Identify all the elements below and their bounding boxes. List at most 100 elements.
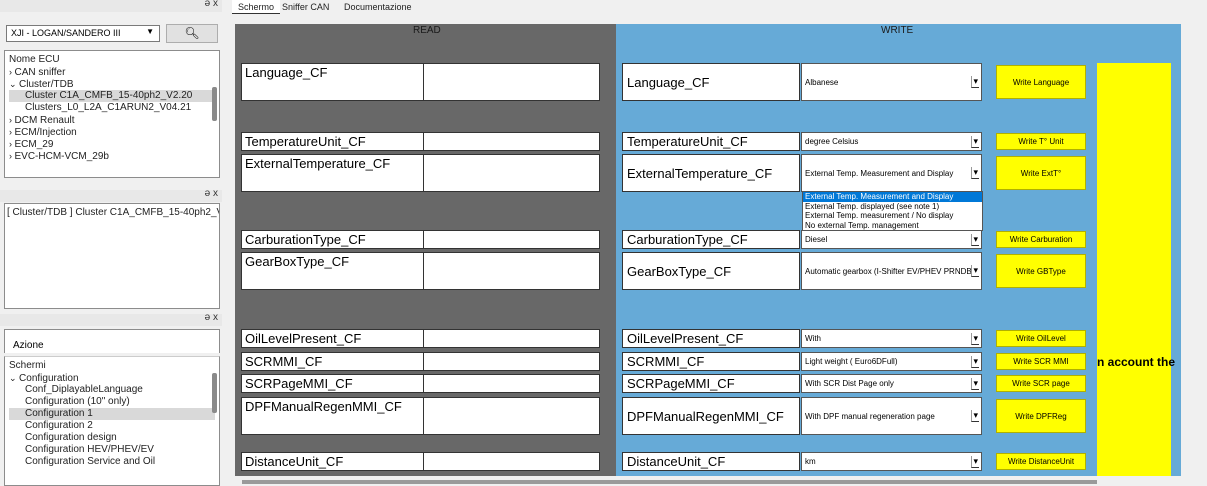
action-panel-title: Azione	[13, 340, 44, 351]
search-button[interactable]: 🔍︎	[166, 24, 218, 43]
write-value-dropdown[interactable]: With SCR Dist Page only ▾	[801, 374, 982, 393]
write-value-dropdown[interactable]: Light weight ( Euro6DFull) ▾	[801, 352, 982, 371]
tree-item[interactable]: › ECM/Injection	[9, 126, 215, 138]
chevron-down-icon[interactable]: ▾	[971, 455, 979, 468]
chevron-down-icon[interactable]: ▾	[971, 355, 979, 368]
tree-item-label: ECM/Injection	[14, 127, 77, 138]
dropdown-option[interactable]: External Temp. measurement / No display	[803, 211, 982, 221]
tree-item-label: EVC-HCM-VCM_29b	[14, 151, 109, 162]
tree-item[interactable]: Configuration 2	[9, 420, 215, 432]
chevron-down-icon[interactable]: ⌄	[9, 373, 19, 383]
tree-scrollbar[interactable]	[212, 87, 217, 121]
read-label-cell: OilLevelPresent_CF	[241, 329, 424, 348]
write-header: WRITE	[881, 25, 914, 36]
write-button[interactable]: Write GBType	[996, 254, 1086, 288]
write-value-dropdown[interactable]: Diesel ▾	[801, 230, 982, 249]
tree-item-label: Configuration HEV/PHEV/EV	[25, 444, 154, 455]
write-value-dropdown[interactable]: External Temp. Measurement and Display ▾	[801, 154, 982, 192]
write-value-dropdown[interactable]: With ▾	[801, 329, 982, 348]
tree-item[interactable]: › ECM_29	[9, 138, 215, 150]
action-tree[interactable]: Schermi ⌄ Configuration Conf_DiplayableLan…	[4, 356, 220, 486]
tree-item[interactable]: Configuration Service and Oil	[9, 456, 215, 468]
dropdown-option[interactable]: External Temp. Measurement and Display	[803, 192, 982, 202]
write-label-cell: SCRPageMMI_CF	[622, 374, 800, 393]
write-button[interactable]: Write SCR page	[996, 375, 1086, 392]
tree-item-label: Cluster/TDB	[19, 79, 74, 90]
read-label-cell: CarburationType_CF	[241, 230, 424, 249]
dropdown-option[interactable]: No external Temp. management	[803, 221, 982, 231]
dropdown-value: Automatic gearbox (I-Shifter EV/PHEV PRN…	[805, 266, 972, 276]
read-value-cell	[423, 230, 600, 249]
tree-item[interactable]: Configuration 1	[9, 408, 215, 420]
chevron-down-icon[interactable]: ▾	[971, 167, 979, 179]
tree-item[interactable]: › DCM Renault	[9, 114, 215, 126]
tree-item-label: Nome ECU	[9, 54, 60, 65]
write-button[interactable]: Write DistanceUnit	[996, 453, 1086, 470]
tree-item-label: DCM Renault	[14, 115, 75, 126]
tree-item[interactable]: Configuration HEV/PHEV/EV	[9, 444, 215, 456]
chevron-down-icon[interactable]: ▾	[971, 135, 979, 148]
write-value-dropdown[interactable]: Automatic gearbox (I-Shifter EV/PHEV PRN…	[801, 252, 982, 290]
write-button[interactable]: Write ExtT°	[996, 156, 1086, 190]
tab-strip: Schermo Sniffer CAN Documentazione	[232, 0, 1207, 14]
read-value-cell	[423, 329, 600, 348]
tree-item[interactable]: Nome ECU	[9, 54, 215, 66]
tab-sniffer-can[interactable]: Sniffer CAN	[276, 0, 335, 14]
ecu-selector-value: XJI - LOGAN/SANDERO III	[11, 28, 121, 38]
action-tree-scrollbar[interactable]	[212, 373, 217, 413]
ext-temp-dropdown-list[interactable]: External Temp. Measurement and Display Ex…	[802, 191, 983, 231]
chevron-down-icon[interactable]: ▾	[971, 332, 979, 345]
tab-documentazione[interactable]: Documentazione	[338, 0, 418, 14]
write-button[interactable]: Write Carburation	[996, 231, 1086, 248]
write-button[interactable]: Write T° Unit	[996, 133, 1086, 150]
tree-item[interactable]: Schermi	[9, 360, 215, 372]
read-value-cell	[423, 374, 600, 393]
write-button[interactable]: Write DPFReg	[996, 399, 1086, 433]
write-button[interactable]: Write SCR MMI	[996, 353, 1086, 370]
pin-close-icons[interactable]: ə x	[205, 312, 218, 323]
write-value-dropdown[interactable]: degree Celsius ▾	[801, 132, 982, 151]
write-value-dropdown[interactable]: km ▾	[801, 452, 982, 471]
tab-schermo[interactable]: Schermo	[232, 0, 281, 14]
tree-item[interactable]: › CAN sniffer	[9, 66, 215, 78]
pin-close-icons[interactable]: ə x	[205, 188, 218, 199]
tree-item-label: Configuration	[19, 373, 79, 384]
tree-item[interactable]: ⌄ Cluster/TDB	[9, 78, 215, 90]
tree-item[interactable]: Conf_DiplayableLanguage	[9, 384, 215, 396]
horizontal-scrollbar[interactable]	[242, 480, 1097, 484]
chevron-down-icon[interactable]: ▾	[971, 76, 979, 88]
dropdown-value: degree Celsius	[805, 137, 859, 146]
pin-close-icons[interactable]: ə x	[205, 0, 218, 9]
read-value-cell	[423, 154, 600, 192]
chevron-down-icon[interactable]: ⌄	[9, 79, 19, 89]
read-label-cell: TemperatureUnit_CF	[241, 132, 424, 151]
dropdown-value: With SCR Dist Page only	[805, 379, 894, 388]
chevron-down-icon[interactable]: ▾	[971, 265, 979, 277]
tree-item[interactable]: Configuration design	[9, 432, 215, 444]
read-label-cell: SCRPageMMI_CF	[241, 374, 424, 393]
chevron-down-icon[interactable]: ▾	[971, 377, 979, 390]
search-icon: 🔍︎	[184, 26, 200, 40]
ecu-tree[interactable]: Nome ECU › CAN sniffer ⌄ Cluster/TDB Cluste…	[4, 50, 220, 178]
side-note-panel	[1097, 63, 1171, 476]
read-header: READ	[413, 25, 441, 36]
write-button[interactable]: Write OilLevel	[996, 330, 1086, 347]
read-value-cell	[423, 452, 600, 471]
write-label-cell: TemperatureUnit_CF	[622, 132, 800, 151]
tree-item[interactable]: Cluster C1A_CMFB_15-40ph2_V2.20	[9, 90, 215, 102]
chevron-down-icon[interactable]: ▾	[971, 410, 979, 422]
tree-item[interactable]: Configuration (10" only)	[9, 396, 215, 408]
dropdown-option[interactable]: External Temp. displayed (see note 1)	[803, 202, 982, 212]
write-value-dropdown[interactable]: With DPF manual regeneration page ▾	[801, 397, 982, 435]
write-value-dropdown[interactable]: Albanese ▾	[801, 63, 982, 101]
read-value-cell	[423, 63, 600, 101]
write-label-cell: GearBoxType_CF	[622, 252, 800, 290]
chevron-down-icon[interactable]: ▾	[971, 233, 979, 246]
dropdown-value: km	[805, 457, 816, 466]
app-window: ə x XJI - LOGAN/SANDERO III ▼ 🔍︎ Nome EC…	[0, 0, 1207, 486]
write-button[interactable]: Write Language	[996, 65, 1086, 99]
tree-item[interactable]: ⌄ Configuration	[9, 372, 215, 384]
tree-item[interactable]: › EVC-HCM-VCM_29b	[9, 150, 215, 162]
ecu-selector[interactable]: XJI - LOGAN/SANDERO III ▼	[6, 25, 160, 42]
tree-item[interactable]: Clusters_L0_L2A_C1ARUN2_V04.21	[9, 102, 215, 114]
